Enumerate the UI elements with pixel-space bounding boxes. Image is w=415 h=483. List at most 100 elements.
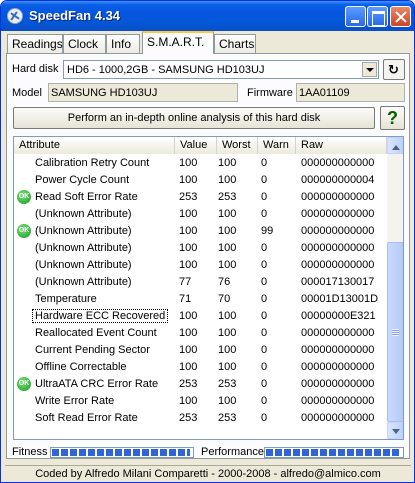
- attribute-label: Current Pending Sector: [35, 344, 150, 356]
- column-worst[interactable]: Worst: [217, 137, 258, 154]
- cell-raw: 00000000E321: [301, 310, 376, 322]
- cell-raw: 000000000000: [301, 191, 375, 203]
- vertical-scrollbar[interactable]: [387, 137, 403, 439]
- table-row[interactable]: Power Cycle Count 100 100 0 000000000004: [14, 172, 387, 189]
- table-row[interactable]: OK Read Soft Error Rate 253 253 0 00000000000…: [14, 189, 387, 206]
- table-row[interactable]: Offline Correctable 100 100 0 000000000000: [14, 359, 387, 376]
- cell-warn: 0: [261, 378, 268, 390]
- table-row[interactable]: (Unknown Attribute) 100 100 0 000000000000: [14, 257, 387, 274]
- attribute-label: Read Soft Error Rate: [35, 191, 138, 203]
- cell-warn: 0: [261, 412, 268, 424]
- table-row[interactable]: Hardware ECC Recovered 100 100 0 00000000E32…: [14, 308, 387, 325]
- attribute-label: (Unknown Attribute): [35, 225, 132, 237]
- smart-attribute-list[interactable]: Attribute Value Worst Warn Raw Calibrati…: [13, 136, 404, 440]
- cell-value: 100: [179, 344, 198, 356]
- cell-worst: 100: [218, 361, 237, 373]
- hard-disk-select[interactable]: HD6 - 1000,2GB - SAMSUNG HD103UJ: [63, 60, 379, 79]
- cell-attribute: Current Pending Sector: [35, 344, 150, 356]
- table-row[interactable]: OK UltraATA CRC Error Rate 253 253 0 00000000…: [14, 376, 387, 393]
- attribute-label: Temperature: [35, 293, 97, 305]
- table-row[interactable]: OK (Unknown Attribute) 100 100 99 00000000000…: [14, 223, 387, 240]
- cell-raw: 000000000000: [301, 395, 375, 407]
- column-raw[interactable]: Raw: [296, 137, 387, 154]
- cell-attribute: Temperature: [35, 293, 97, 305]
- firmware-label: Firmware: [247, 87, 293, 99]
- table-row[interactable]: (Unknown Attribute) 100 100 0 000000000000: [14, 206, 387, 223]
- cell-attribute: (Unknown Attribute): [35, 276, 132, 288]
- maximize-button[interactable]: [367, 6, 388, 27]
- cell-warn: 0: [261, 242, 268, 254]
- fitness-meter: [50, 447, 194, 458]
- cell-worst: 70: [218, 293, 231, 305]
- cell-worst: 100: [218, 174, 237, 186]
- cell-warn: 0: [261, 157, 268, 169]
- scroll-up-icon[interactable]: [387, 137, 403, 154]
- table-row[interactable]: Reallocated Event Count 100 100 0 0000000000…: [14, 325, 387, 342]
- cell-attribute: Soft Read Error Rate: [35, 412, 138, 424]
- cell-value: 100: [179, 242, 198, 254]
- app-fan-icon[interactable]: [7, 8, 23, 24]
- cell-worst: 100: [218, 310, 237, 322]
- fitness-label: Fitness: [12, 446, 48, 458]
- fitness-meter-fill: [52, 449, 190, 456]
- performance-meter: [264, 447, 404, 458]
- cell-value: 253: [179, 191, 198, 203]
- cell-raw: 000000000000: [301, 412, 375, 424]
- tab-info[interactable]: Info: [106, 34, 140, 53]
- chevron-down-icon[interactable]: [362, 62, 377, 77]
- column-attribute[interactable]: Attribute: [14, 137, 175, 154]
- column-value[interactable]: Value: [175, 137, 217, 154]
- table-row[interactable]: Write Error Rate 100 100 0 000000000000: [14, 393, 387, 410]
- cell-value: 71: [179, 293, 192, 305]
- ok-icon: OK: [17, 224, 31, 238]
- attribute-label: Offline Correctable: [35, 361, 127, 373]
- cell-worst: 100: [218, 327, 237, 339]
- speedfan-window: SpeedFan 4.34 Readings Clock Info S.M.A.…: [0, 0, 415, 483]
- help-icon[interactable]: ?: [380, 106, 405, 130]
- attribute-label: (Unknown Attribute): [35, 208, 132, 220]
- table-row[interactable]: Current Pending Sector 100 100 0 00000000000…: [14, 342, 387, 359]
- tab-smart[interactable]: S.M.A.R.T.: [142, 31, 214, 54]
- attribute-label: Hardware ECC Recovered: [32, 309, 169, 323]
- analyze-online-button[interactable]: Perform an in-depth online analysis of t…: [13, 107, 375, 129]
- table-row[interactable]: Calibration Retry Count 100 100 0 0000000000…: [14, 155, 387, 172]
- cell-value: 100: [179, 208, 198, 220]
- cell-worst: 253: [218, 412, 237, 424]
- table-row[interactable]: Temperature 71 70 0 00001D13001D: [14, 291, 387, 308]
- tab-charts[interactable]: Charts: [214, 34, 256, 53]
- column-warn[interactable]: Warn: [258, 137, 296, 154]
- model-label: Model: [12, 87, 42, 99]
- cell-warn: 0: [261, 174, 268, 186]
- close-button[interactable]: [390, 6, 411, 27]
- refresh-icon: ↻: [388, 62, 399, 77]
- cell-raw: 000000000000: [301, 157, 375, 169]
- cell-worst: 76: [218, 276, 231, 288]
- cell-attribute: Power Cycle Count: [35, 174, 129, 186]
- cell-raw: 000000000000: [301, 242, 375, 254]
- cell-raw: 000000000000: [301, 259, 375, 271]
- table-row[interactable]: (Unknown Attribute) 100 100 0 000000000000: [14, 240, 387, 257]
- title-bar[interactable]: SpeedFan 4.34: [1, 1, 414, 31]
- cell-value: 100: [179, 327, 198, 339]
- cell-attribute: Reallocated Event Count: [35, 327, 157, 339]
- tab-clock[interactable]: Clock: [63, 34, 106, 53]
- cell-raw: 000017130017: [301, 276, 375, 288]
- cell-attribute: Offline Correctable: [35, 361, 127, 373]
- table-row[interactable]: (Unknown Attribute) 77 76 0 000017130017: [14, 274, 387, 291]
- cell-attribute: UltraATA CRC Error Rate: [35, 378, 158, 390]
- cell-raw: 000000000004: [301, 174, 375, 186]
- cell-value: 100: [179, 259, 198, 271]
- tab-readings[interactable]: Readings: [7, 34, 63, 53]
- minimize-button[interactable]: [345, 6, 366, 27]
- refresh-button[interactable]: ↻: [383, 59, 405, 80]
- cell-value: 100: [179, 395, 198, 407]
- attribute-label: Calibration Retry Count: [35, 157, 150, 169]
- hard-disk-value: HD6 - 1000,2GB - SAMSUNG HD103UJ: [67, 64, 265, 76]
- table-row[interactable]: Soft Read Error Rate 253 253 0 000000000000: [14, 410, 387, 427]
- performance-label: Performance: [201, 446, 264, 458]
- scrollbar-thumb[interactable]: [387, 242, 403, 422]
- cell-warn: 0: [261, 310, 268, 322]
- cell-value: 253: [179, 378, 198, 390]
- cell-worst: 100: [218, 344, 237, 356]
- scroll-down-icon[interactable]: [387, 422, 403, 439]
